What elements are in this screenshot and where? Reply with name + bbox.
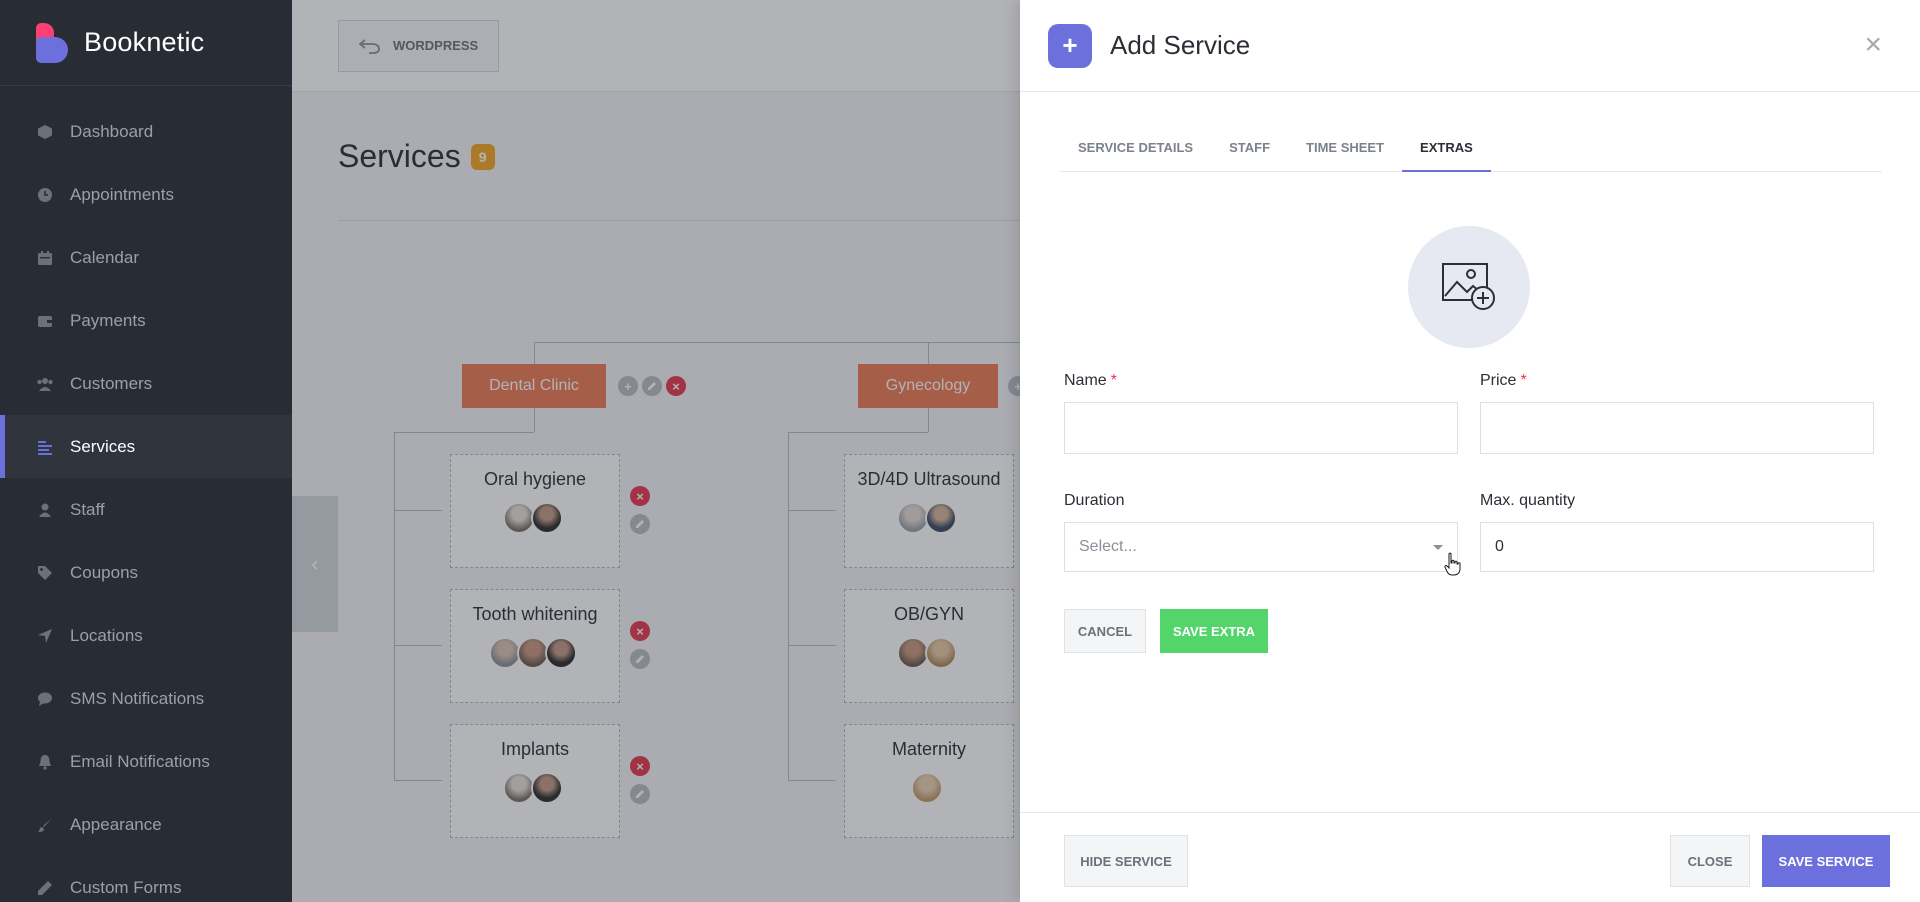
sidebar-item-locations[interactable]: Locations [0, 604, 292, 667]
name-input[interactable] [1064, 402, 1458, 454]
plus-icon: + [1048, 23, 1092, 68]
user-icon [36, 501, 54, 519]
panel-header: + Add Service × [1020, 0, 1920, 92]
name-label: Name * [1064, 372, 1117, 390]
close-button[interactable]: CLOSE [1670, 835, 1750, 887]
sidebar-item-label: Custom Forms [70, 877, 182, 897]
sidebar-item-appointments[interactable]: Appointments [0, 163, 292, 226]
sidebar-item-label: Appearance [70, 814, 162, 834]
tab-time-sheet[interactable]: TIME SHEET [1288, 130, 1402, 172]
tab-extras[interactable]: EXTRAS [1402, 130, 1491, 172]
panel-footer: HIDE SERVICE CLOSE SAVE SERVICE [1020, 812, 1920, 902]
add-image-icon [1442, 263, 1495, 310]
sidebar-item-calendar[interactable]: Calendar [0, 226, 292, 289]
cube-icon [36, 123, 54, 141]
hand-cursor-icon [1444, 552, 1461, 576]
sidebar: Booknetic Dashboard Appointments Calenda… [0, 0, 292, 902]
tag-icon [36, 564, 54, 582]
tab-service-details[interactable]: SERVICE DETAILS [1060, 130, 1211, 172]
price-label-text: Price [1480, 372, 1517, 389]
chat-icon [36, 690, 54, 708]
sidebar-item-label: Email Notifications [70, 751, 210, 771]
max-quantity-label: Max. quantity [1480, 492, 1576, 509]
panel-tabs: SERVICE DETAILS STAFF TIME SHEET EXTRAS [1060, 130, 1882, 172]
brand[interactable]: Booknetic [0, 0, 292, 86]
price-label: Price * [1480, 372, 1527, 390]
brand-name: Booknetic [84, 27, 205, 57]
required-mark: * [1520, 372, 1527, 389]
hide-service-button[interactable]: HIDE SERVICE [1064, 835, 1188, 887]
image-upload[interactable] [1408, 226, 1530, 348]
sidebar-item-sms-notifications[interactable]: SMS Notifications [0, 667, 292, 730]
duration-select[interactable]: Select... [1064, 522, 1458, 572]
sidebar-item-services[interactable]: Services [0, 415, 292, 478]
duration-placeholder: Select... [1079, 538, 1137, 555]
location-arrow-icon [36, 627, 54, 645]
close-icon[interactable]: × [1864, 30, 1882, 60]
sidebar-item-label: SMS Notifications [70, 688, 205, 708]
wallet-icon [36, 312, 54, 330]
cancel-button[interactable]: CANCEL [1064, 609, 1146, 653]
sidebar-item-customers[interactable]: Customers [0, 352, 292, 415]
list-icon [36, 438, 54, 456]
sidebar-item-email-notifications[interactable]: Email Notifications [0, 730, 292, 793]
panel-title: Add Service [1110, 30, 1251, 60]
name-label-text: Name [1064, 372, 1107, 389]
chevron-down-icon [1433, 545, 1443, 550]
max-quantity-input[interactable] [1480, 522, 1874, 572]
sidebar-item-label: Calendar [70, 247, 139, 267]
users-icon [36, 375, 54, 393]
price-input[interactable] [1480, 402, 1874, 454]
brush-icon [36, 816, 54, 834]
tab-staff[interactable]: STAFF [1211, 130, 1288, 172]
calendar-icon [36, 249, 54, 267]
save-extra-button[interactable]: SAVE EXTRA [1160, 609, 1268, 653]
sidebar-nav: Dashboard Appointments Calendar Payments… [0, 86, 292, 902]
sidebar-item-appearance[interactable]: Appearance [0, 793, 292, 856]
sidebar-item-label: Dashboard [70, 121, 154, 141]
add-service-panel: + Add Service × SERVICE DETAILS STAFF TI… [1020, 0, 1920, 902]
sidebar-item-dashboard[interactable]: Dashboard [0, 100, 292, 163]
required-mark: * [1110, 372, 1117, 389]
sidebar-item-label: Locations [70, 625, 143, 645]
sidebar-item-payments[interactable]: Payments [0, 289, 292, 352]
sidebar-item-label: Payments [70, 310, 146, 330]
save-service-button[interactable]: SAVE SERVICE [1762, 835, 1890, 887]
bell-icon [36, 753, 54, 771]
sidebar-item-label: Appointments [70, 184, 174, 204]
duration-label: Duration [1064, 492, 1125, 509]
booknetic-logo [36, 22, 68, 63]
pencil-icon [36, 879, 54, 897]
sidebar-item-label: Services [70, 436, 136, 456]
sidebar-item-custom-forms[interactable]: Custom Forms [0, 856, 292, 902]
sidebar-item-label: Staff [70, 499, 105, 519]
sidebar-item-coupons[interactable]: Coupons [0, 541, 292, 604]
sidebar-item-staff[interactable]: Staff [0, 478, 292, 541]
sidebar-item-label: Customers [70, 373, 153, 393]
sidebar-item-label: Coupons [70, 562, 139, 582]
clock-icon [36, 186, 54, 204]
